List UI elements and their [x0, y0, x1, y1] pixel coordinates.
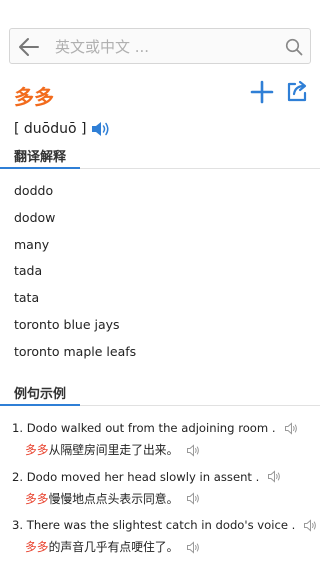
back-arrow-icon[interactable] — [18, 37, 40, 57]
section-underline — [0, 404, 80, 406]
example-highlight: 多多 — [25, 443, 49, 457]
examples-section-header: 例句示例 — [0, 383, 320, 406]
speaker-icon[interactable] — [267, 470, 281, 483]
translation-item: doddo — [14, 183, 54, 198]
speaker-icon[interactable] — [284, 421, 298, 435]
translation-list: doddo dodow many tada tata toronto blue … — [14, 178, 136, 366]
translation-item: tata — [14, 290, 40, 306]
translation-item: tada — [14, 263, 43, 279]
example-english-row: 3. There was the slightest catch in dodo… — [12, 514, 317, 536]
example-english: 1. Dodo walked out from the adjoining ro… — [12, 421, 276, 435]
example-chinese-row: 多多 从隔壁房间里走了出来。 — [12, 439, 312, 461]
speaker-icon[interactable] — [90, 120, 110, 138]
phonetic-text: [ duōduō ] — [14, 121, 87, 137]
example-english: 3. There was the slightest catch in dodo… — [12, 518, 296, 532]
pronunciation-row: [ duōduō ] — [14, 119, 110, 139]
speaker-icon[interactable] — [186, 492, 200, 505]
example-english-row: 1. Dodo walked out from the adjoining ro… — [12, 417, 312, 439]
share-icon[interactable] — [285, 79, 309, 103]
example-list: 1. Dodo walked out from the adjoining ro… — [12, 417, 317, 563]
example-highlight: 多多 — [25, 491, 49, 506]
translation-item: toronto blue jays — [14, 316, 120, 332]
example-chinese: 的声音几乎有点哽住了。 — [48, 540, 179, 554]
translation-item: dodow — [14, 209, 56, 225]
example-chinese: 从隔壁房间里走了出来。 — [48, 443, 179, 457]
example-item: 2. Dodo moved her head slowly in assent … — [12, 466, 312, 515]
example-english: 2. Dodo moved her head slowly in assent … — [12, 469, 260, 484]
example-item: 3. There was the slightest catch in dodo… — [12, 514, 317, 563]
search-input[interactable] — [53, 29, 282, 65]
speaker-icon[interactable] — [186, 443, 200, 457]
example-chinese-row: 多多 的声音几乎有点哽住了。 — [12, 536, 312, 558]
add-icon[interactable] — [250, 80, 274, 104]
example-english-row: 2. Dodo moved her head slowly in assent … — [12, 466, 312, 488]
translation-item: toronto maple leafs — [14, 343, 137, 359]
search-bar[interactable] — [9, 28, 311, 65]
translation-section-title: 翻译解释 — [14, 150, 67, 165]
examples-section-title: 例句示例 — [14, 387, 67, 402]
headword: 多多 — [14, 85, 54, 109]
translation-section-header: 翻译解释 — [0, 146, 320, 169]
example-item: 1. Dodo walked out from the adjoining ro… — [12, 417, 312, 466]
example-chinese: 慢慢地点点头表示同意。 — [48, 491, 179, 506]
speaker-icon[interactable] — [303, 518, 317, 532]
example-chinese-row: 多多 慢慢地点点头表示同意。 — [12, 488, 312, 510]
section-underline — [0, 167, 80, 169]
translation-item: many — [14, 236, 50, 252]
speaker-icon[interactable] — [186, 540, 200, 554]
search-icon[interactable] — [285, 38, 303, 56]
example-highlight: 多多 — [25, 540, 49, 554]
